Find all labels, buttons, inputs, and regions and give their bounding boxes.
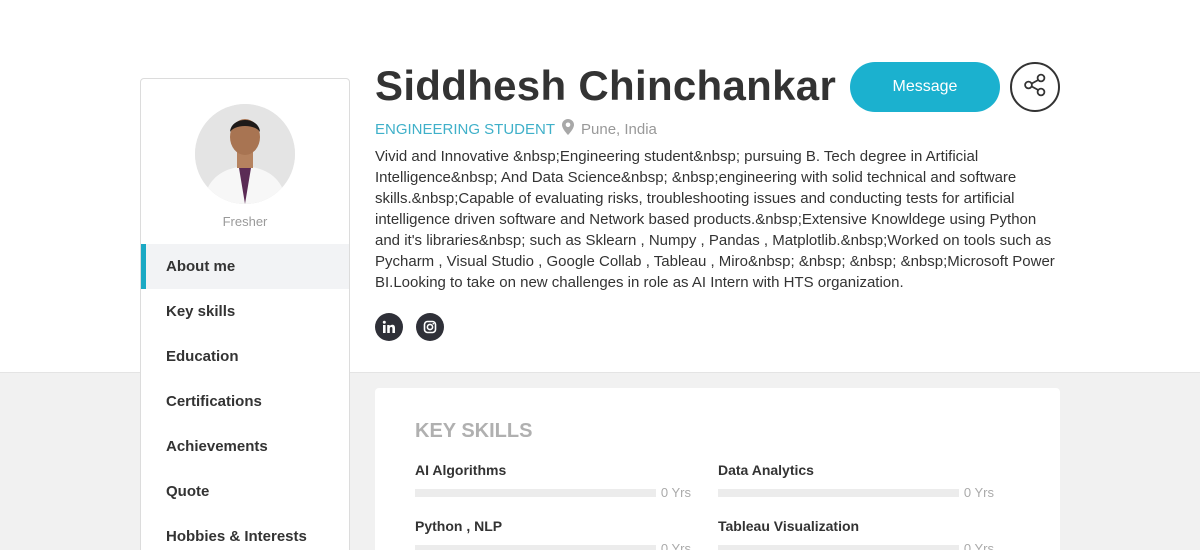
- profile-name: Siddhesh Chinchankar: [375, 62, 837, 109]
- profile-status: Fresher: [222, 214, 268, 229]
- nav-item-quote[interactable]: Quote: [141, 469, 349, 514]
- skill-progress-bar: [415, 544, 656, 550]
- key-skills-card: KEY SKILLS AI Algorithms 0 Yrs Data Anal…: [375, 388, 1060, 550]
- skill-years: 0 Yrs: [660, 485, 691, 500]
- skill-item: Tableau Visualization 0 Yrs: [718, 518, 994, 550]
- linkedin-icon[interactable]: [375, 313, 403, 341]
- nav-item-certifications[interactable]: Certifications: [141, 379, 349, 424]
- social-links: [375, 313, 444, 341]
- nav-item-achievements[interactable]: Achievements: [141, 424, 349, 469]
- share-button[interactable]: [1010, 62, 1060, 112]
- skill-item: AI Algorithms 0 Yrs: [415, 462, 691, 500]
- skill-years: 0 Yrs: [963, 485, 994, 500]
- message-button[interactable]: Message: [850, 62, 1000, 112]
- skill-name: Tableau Visualization: [718, 518, 860, 534]
- skill-item: Python , NLP 0 Yrs: [415, 518, 691, 550]
- skill-item: Data Analytics 0 Yrs: [718, 462, 994, 500]
- key-skills-title: KEY SKILLS: [415, 420, 533, 442]
- skill-name: AI Algorithms: [415, 462, 507, 478]
- location-text: Pune, India: [581, 120, 657, 138]
- profile-role: ENGINEERING STUDENT: [375, 121, 556, 138]
- profile-sidebar: Fresher About me Key skills Education Ce…: [140, 78, 350, 550]
- nav-item-education[interactable]: Education: [141, 334, 349, 379]
- skill-years: 0 Yrs: [963, 541, 994, 550]
- skill-name: Python , NLP: [415, 518, 503, 534]
- skill-progress-bar: [718, 488, 959, 497]
- profile-location: Pune, India: [562, 119, 657, 139]
- share-icon: [1022, 72, 1048, 103]
- skill-progress-bar: [718, 544, 959, 550]
- nav-item-key-skills[interactable]: Key skills: [141, 289, 349, 334]
- instagram-icon[interactable]: [416, 313, 444, 341]
- map-pin-icon: [562, 119, 574, 139]
- skill-years: 0 Yrs: [660, 541, 691, 550]
- skill-name: Data Analytics: [718, 462, 814, 478]
- nav-item-about-me[interactable]: About me: [141, 244, 349, 289]
- avatar: [195, 104, 295, 204]
- profile-nav: About me Key skills Education Certificat…: [141, 244, 349, 550]
- skill-progress-bar: [415, 488, 656, 497]
- nav-item-hobbies[interactable]: Hobbies & Interests: [141, 514, 349, 550]
- profile-bio: Vivid and Innovative &nbsp;Engineering s…: [375, 148, 1055, 291]
